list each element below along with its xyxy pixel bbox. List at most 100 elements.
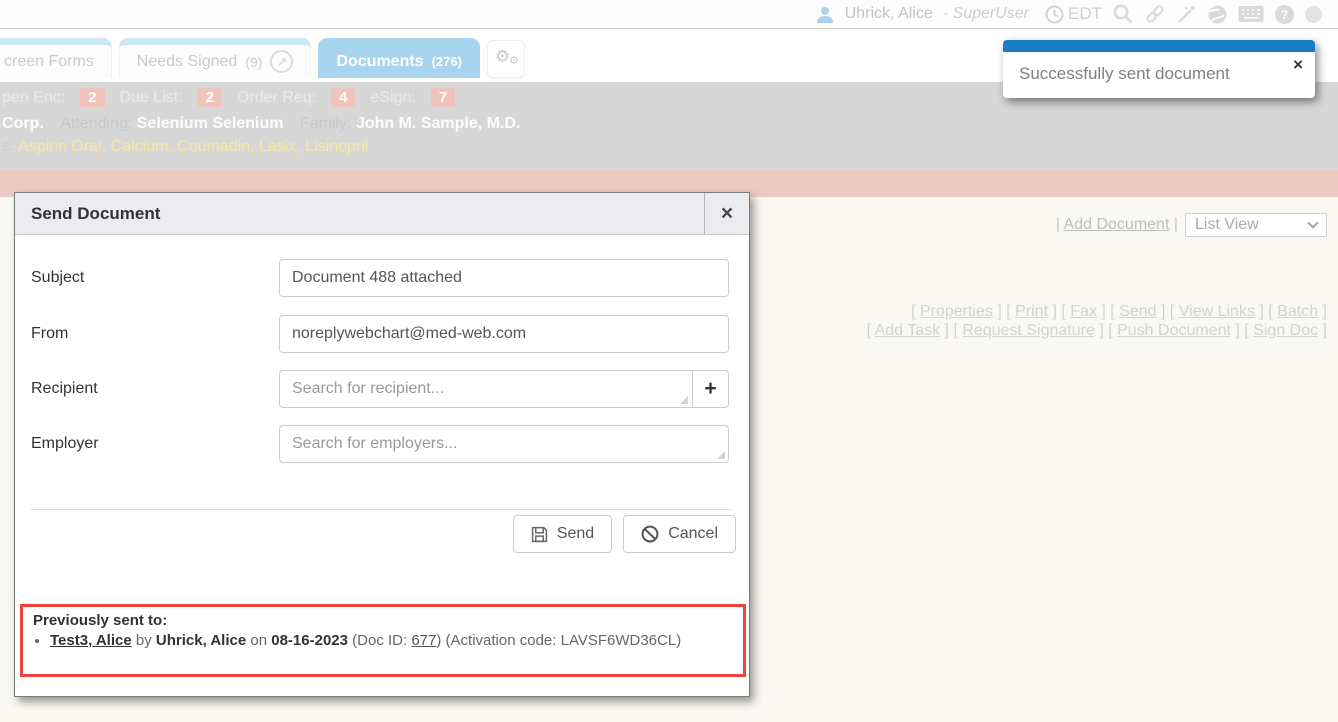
send-document-dialog: Send Document × Subject From Recipient + [14, 192, 750, 697]
counter-open-enc-label: pen Enc: [2, 89, 65, 107]
clock-icon [1045, 5, 1064, 24]
attending-value: Selenium Selenium [137, 115, 284, 132]
allergies-list[interactable]: Aspirin Oral, Calcium, Coumadin, Lasix, … [18, 138, 368, 155]
previously-sent-heading: Previously sent to: [33, 612, 733, 629]
dialog-close-button[interactable]: × [704, 193, 749, 234]
subject-label: Subject [31, 269, 279, 287]
toast-close-icon[interactable]: × [1293, 55, 1303, 75]
activation-code: (Activation code: LAVSF6WD36CL) [446, 632, 682, 649]
from-input[interactable] [279, 315, 729, 353]
add-document-wrap: Add Document [1056, 216, 1178, 234]
recipient-label: Recipient [31, 380, 279, 398]
counter-open-enc-badge[interactable]: 2 [80, 88, 104, 107]
document-toolbar: Add Document List View [1056, 213, 1327, 237]
action-send[interactable]: Send [1119, 303, 1156, 320]
toast-message: Successfully sent document [1019, 64, 1230, 83]
subject-input[interactable] [279, 259, 729, 297]
cancel-button[interactable]: Cancel [623, 515, 736, 553]
resize-grip-icon[interactable] [680, 396, 688, 404]
tab-needs-signed[interactable]: Needs Signed (9) ↗ [119, 38, 312, 78]
gear-icon: ⚙ [509, 54, 519, 67]
resize-grip-icon[interactable] [717, 451, 725, 459]
employer-search-input[interactable] [279, 425, 729, 463]
success-toast: Successfully sent document × [1003, 40, 1315, 98]
send-button-label: Send [557, 525, 594, 543]
action-view-links[interactable]: View Links [1179, 303, 1255, 320]
from-label: From [31, 325, 279, 343]
action-print[interactable]: Print [1015, 303, 1048, 320]
counter-order-req-badge[interactable]: 4 [331, 88, 355, 107]
cancel-button-label: Cancel [668, 525, 718, 543]
action-batch[interactable]: Batch [1277, 303, 1318, 320]
recipient-search-input[interactable] [279, 370, 693, 408]
doc-id-label: (Doc ID: [352, 632, 407, 649]
previously-sent-list: Test3, Alice by Uhrick, Alice on 08-16-2… [50, 632, 733, 649]
previously-sent-box: Previously sent to: Test3, Alice by Uhri… [20, 604, 746, 677]
from-row: From [31, 315, 741, 353]
action-properties[interactable]: Properties [920, 303, 993, 320]
save-icon [531, 526, 548, 543]
tab-documents[interactable]: Documents (276) [318, 38, 479, 78]
counter-esign-badge[interactable]: 7 [431, 88, 455, 107]
dialog-header: Send Document × [15, 193, 749, 235]
employer-row: Employer [31, 425, 741, 463]
counter-esign-label: eSign: [370, 89, 415, 107]
sent-recipient-link[interactable]: Test3, Alice [50, 632, 132, 649]
add-document-link[interactable]: Add Document [1064, 216, 1170, 233]
on-label: on [250, 632, 267, 649]
tab-documents-count: (276) [432, 54, 462, 69]
dialog-title: Send Document [15, 193, 704, 234]
tab-needs-signed-label: Needs Signed [137, 53, 238, 71]
chart-tabs: creen Forms Needs Signed (9) ↗ Documents… [0, 38, 525, 78]
view-mode-value: List View [1195, 216, 1259, 234]
keyboard-icon[interactable] [1238, 5, 1264, 23]
tab-needs-signed-count: (9) [245, 54, 262, 70]
tab-screen-forms[interactable]: creen Forms [0, 38, 112, 78]
counter-order-req-label: Order Req: [237, 89, 316, 107]
action-sign-doc[interactable]: Sign Doc [1253, 322, 1318, 339]
svg-text:?: ? [1281, 8, 1289, 22]
tab-documents-label: Documents [336, 53, 423, 71]
document-actions: Properties Print Fax Send View Links Batch Ad… [867, 302, 1327, 340]
timezone-group[interactable]: EDT [1045, 4, 1102, 24]
document-actions-row1: Properties Print Fax Send View Links Batch [867, 302, 1327, 321]
send-button[interactable]: Send [513, 515, 612, 553]
subject-row: Subject [31, 259, 741, 297]
patient-demographics-row: Corp. Attending: Selenium Selenium Famil… [0, 107, 1338, 133]
gear-icon: ⚙ [495, 47, 510, 67]
family-value: John M. Sample, M.D. [356, 115, 520, 132]
button-divider [31, 509, 732, 510]
action-add-task[interactable]: Add Task [875, 322, 941, 339]
add-recipient-button[interactable]: + [693, 370, 729, 408]
user-name[interactable]: Uhrick, Alice [845, 5, 933, 23]
toast-accent-bar [1003, 40, 1315, 52]
action-request-signature[interactable]: Request Signature [962, 322, 1095, 339]
family-label: Family: [300, 115, 352, 132]
action-fax[interactable]: Fax [1070, 303, 1097, 320]
timezone-label: EDT [1068, 4, 1102, 24]
allergies-row: s: Aspirin Oral, Calcium, Coumadin, Lasi… [0, 133, 1338, 156]
wand-icon[interactable] [1176, 4, 1197, 25]
document-actions-row2: Add Task Request Signature Push Document Si… [867, 321, 1327, 340]
link-icon[interactable] [1144, 3, 1166, 25]
help-icon[interactable]: ? [1274, 4, 1295, 25]
sender-name: Uhrick, Alice [156, 632, 246, 649]
tab-screen-forms-label: creen Forms [4, 53, 94, 71]
top-bar: Uhrick, Alice - SuperUser EDT [0, 0, 1338, 29]
by-label: by [136, 632, 152, 649]
search-icon[interactable] [1112, 3, 1134, 25]
counter-due-list-badge[interactable]: 2 [198, 88, 222, 107]
tab-settings-button[interactable]: ⚙ ⚙ [487, 40, 525, 78]
previously-sent-entry: Test3, Alice by Uhrick, Alice on 08-16-2… [50, 632, 733, 649]
dialog-buttons: Send Cancel [513, 515, 736, 553]
patient-employer-fragment: Corp. [2, 115, 44, 132]
employer-label: Employer [31, 435, 279, 453]
doc-id-close-paren: ) [436, 632, 441, 649]
open-arrow-icon[interactable]: ↗ [270, 50, 293, 73]
action-push-document[interactable]: Push Document [1117, 322, 1231, 339]
globe-icon[interactable] [1207, 4, 1228, 25]
chevron-down-icon [1307, 217, 1318, 228]
view-mode-select[interactable]: List View [1185, 213, 1327, 237]
user-icon [815, 5, 835, 24]
doc-id-link[interactable]: 677 [411, 632, 436, 649]
